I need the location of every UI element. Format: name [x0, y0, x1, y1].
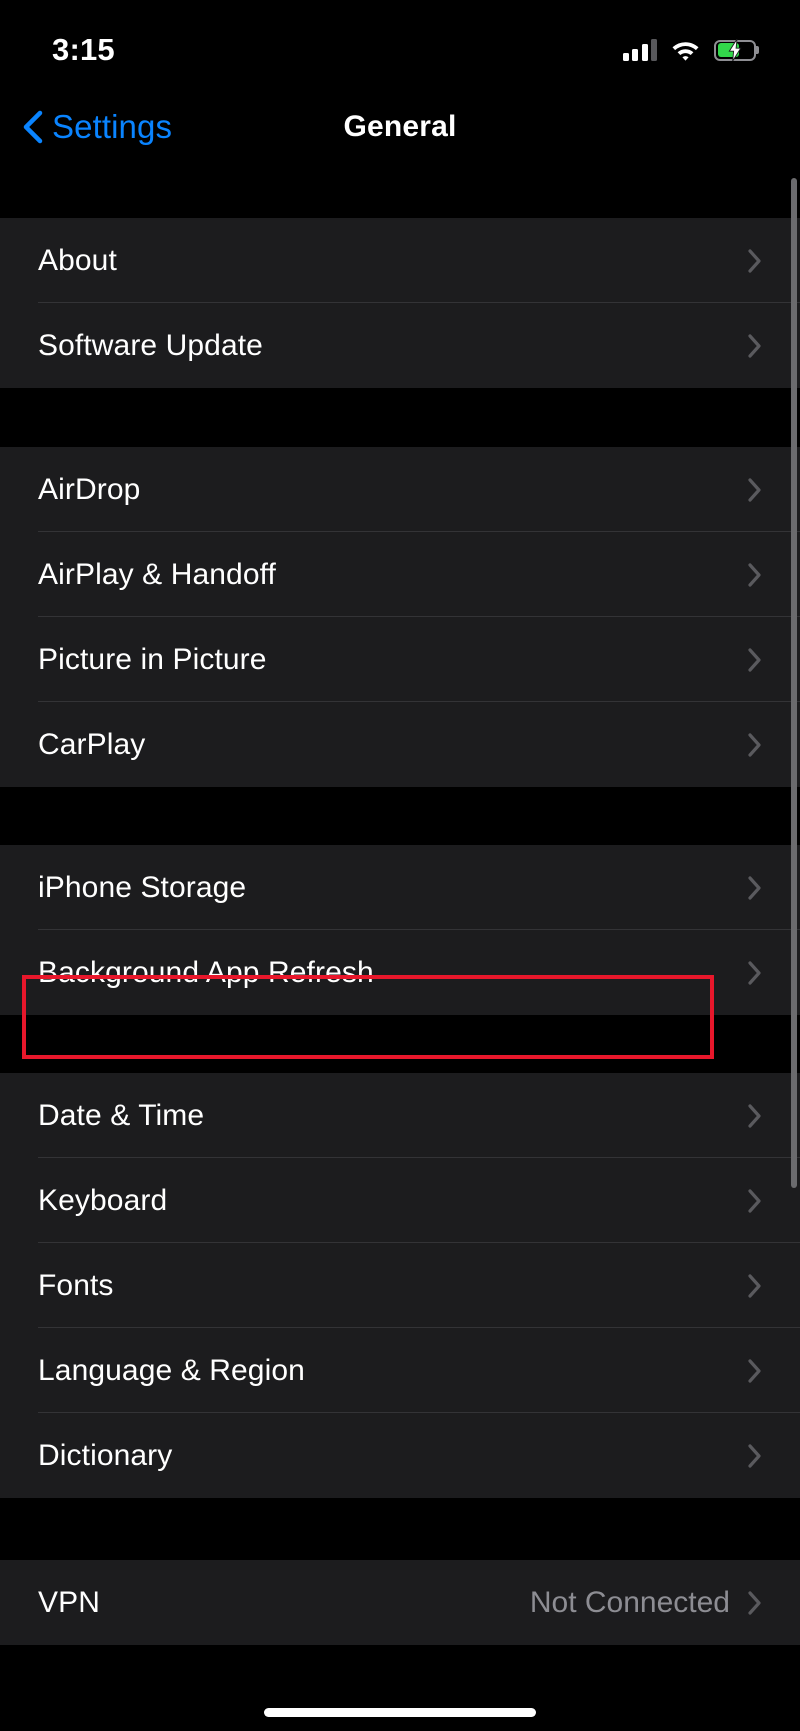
settings-row-keyboard[interactable]: Keyboard: [0, 1158, 800, 1243]
settings-row-airdrop[interactable]: AirDrop: [0, 447, 800, 532]
row-label: Software Update: [38, 328, 263, 362]
row-label: Background App Refresh: [38, 955, 374, 989]
status-bar: 3:15: [0, 0, 800, 88]
chevron-right-icon: [748, 248, 761, 273]
settings-row-fonts[interactable]: Fonts: [0, 1243, 800, 1328]
row-label: CarPlay: [38, 727, 146, 761]
wifi-icon: [671, 39, 700, 61]
page-title: General: [343, 110, 457, 143]
iphone-settings-general-screen: 3:15 Settings General About Software Upd…: [0, 0, 800, 1731]
settings-row-iphone-storage[interactable]: iPhone Storage: [0, 845, 800, 930]
row-label: iPhone Storage: [38, 870, 247, 904]
chevron-right-icon: [748, 1443, 761, 1468]
list-gap: [0, 1015, 800, 1073]
chevron-right-icon: [748, 1358, 761, 1383]
row-value: Not Connected: [529, 1585, 730, 1619]
chevron-right-icon: [748, 732, 761, 757]
row-label: Fonts: [38, 1268, 114, 1302]
row-label: AirDrop: [38, 472, 141, 506]
row-label: Date & Time: [38, 1098, 205, 1132]
settings-group-1: About Software Update: [0, 218, 800, 388]
settings-row-about[interactable]: About: [0, 218, 800, 303]
vertical-scrollbar[interactable]: [791, 178, 797, 1188]
row-label: Dictionary: [38, 1438, 173, 1472]
settings-row-date-time[interactable]: Date & Time: [0, 1073, 800, 1158]
chevron-right-icon: [748, 960, 761, 985]
row-label: Keyboard: [38, 1183, 168, 1217]
settings-row-background-app-refresh[interactable]: Background App Refresh: [0, 930, 800, 1015]
status-bar-indicators: [622, 39, 756, 61]
list-gap: [0, 388, 800, 447]
settings-row-picture-in-picture[interactable]: Picture in Picture: [0, 617, 800, 702]
battery-charging-icon: [714, 39, 756, 61]
home-indicator: [264, 1708, 536, 1717]
settings-row-dictionary[interactable]: Dictionary: [0, 1413, 800, 1498]
chevron-right-icon: [748, 647, 761, 672]
chevron-right-icon: [748, 875, 761, 900]
settings-row-airplay-handoff[interactable]: AirPlay & Handoff: [0, 532, 800, 617]
row-label: VPN: [38, 1585, 100, 1619]
settings-group-5: VPN Not Connected: [0, 1560, 800, 1645]
list-gap: [0, 1498, 800, 1560]
chevron-right-icon: [748, 562, 761, 587]
chevron-right-icon: [748, 1188, 761, 1213]
settings-row-carplay[interactable]: CarPlay: [0, 702, 800, 787]
row-label: Picture in Picture: [38, 642, 267, 676]
settings-group-3: iPhone Storage Background App Refresh: [0, 845, 800, 1015]
row-label: AirPlay & Handoff: [38, 557, 276, 591]
chevron-right-icon: [748, 1590, 761, 1615]
chevron-right-icon: [748, 1273, 761, 1298]
chevron-right-icon: [748, 1103, 761, 1128]
settings-row-language-region[interactable]: Language & Region: [0, 1328, 800, 1413]
settings-row-software-update[interactable]: Software Update: [0, 303, 800, 388]
chevron-right-icon: [748, 333, 761, 358]
row-label: Language & Region: [38, 1353, 305, 1387]
settings-group-4: Date & Time Keyboard Fonts Language & Re…: [0, 1073, 800, 1498]
status-bar-time: 3:15: [52, 32, 115, 67]
row-label: About: [38, 243, 117, 277]
settings-row-vpn[interactable]: VPN Not Connected: [0, 1560, 800, 1645]
list-gap: [0, 166, 800, 218]
settings-list: About Software Update AirDrop AirPlay & …: [0, 166, 800, 1697]
charging-bolt-icon: [728, 39, 742, 61]
settings-group-2: AirDrop AirPlay & Handoff Picture in Pic…: [0, 447, 800, 787]
navigation-bar: Settings General: [0, 88, 800, 166]
chevron-right-icon: [748, 477, 761, 502]
list-gap: [0, 787, 800, 845]
cellular-signal-icon: [622, 39, 657, 61]
